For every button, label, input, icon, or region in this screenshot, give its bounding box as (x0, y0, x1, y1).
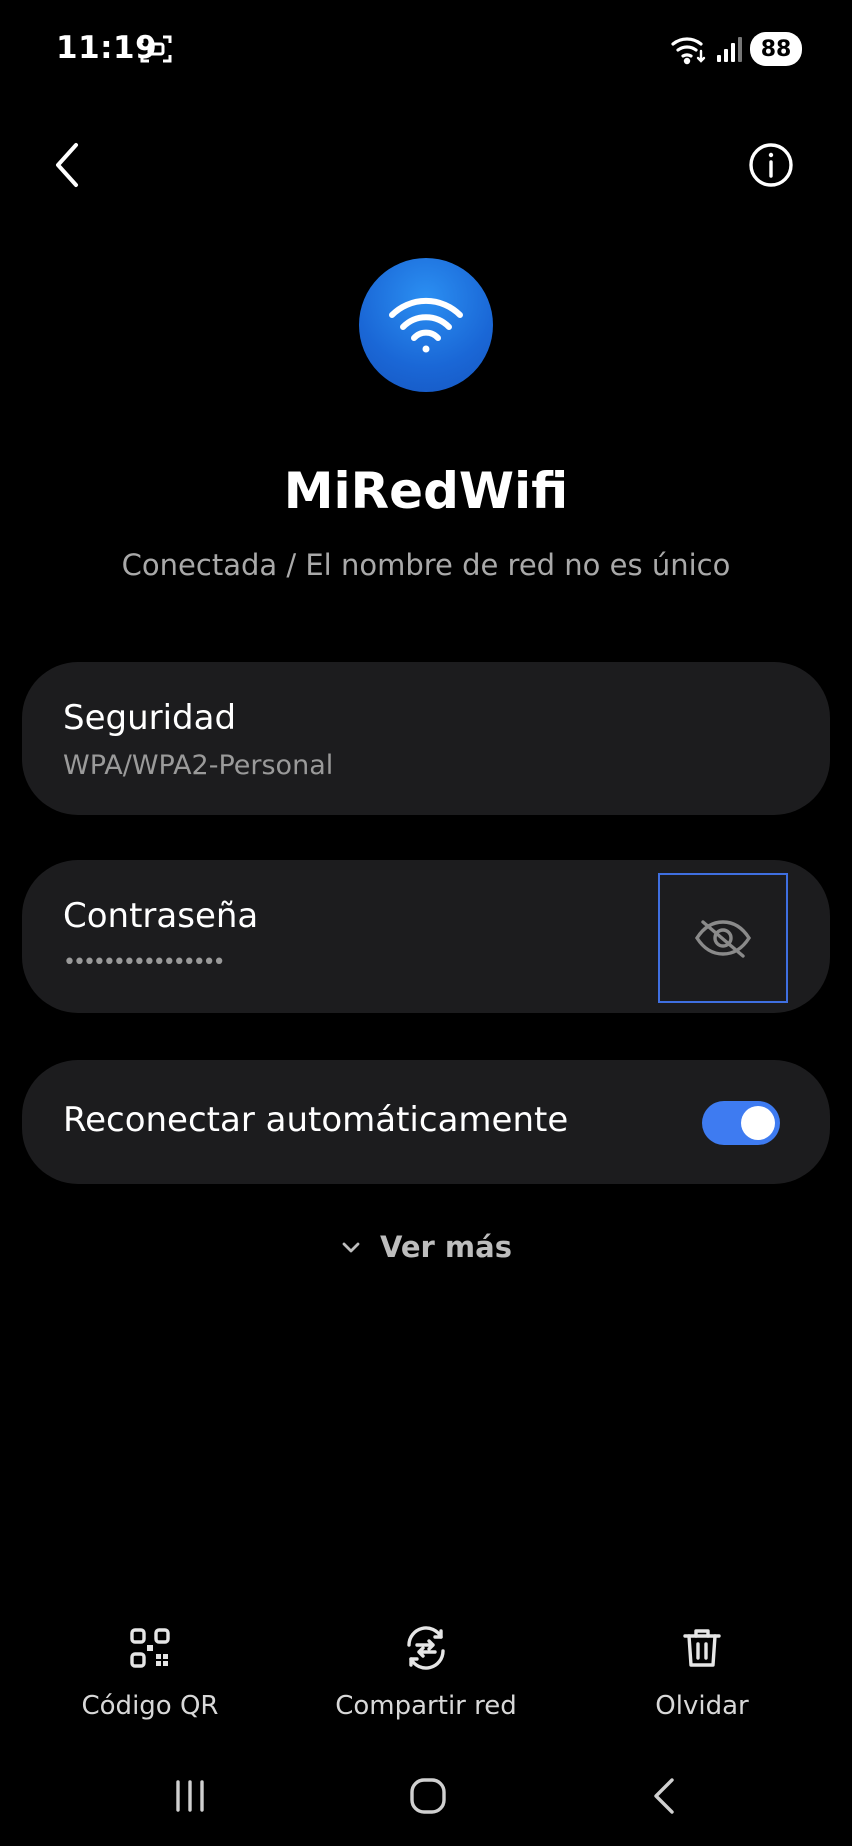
navigation-bar (0, 1760, 852, 1830)
password-value: •••••••••••••••• (63, 950, 226, 975)
status-bar: 11:19 88 (0, 0, 852, 100)
info-button[interactable] (746, 140, 796, 190)
forget-network-label: Olvidar (655, 1691, 749, 1721)
password-card: Contraseña •••••••••••••••• (22, 860, 830, 1013)
recent-apps-icon (176, 1780, 204, 1812)
home-button[interactable] (398, 1768, 458, 1824)
recent-apps-button[interactable] (160, 1768, 220, 1824)
info-icon (749, 143, 793, 187)
wifi-icon (670, 33, 708, 65)
back-arrow-icon (56, 143, 78, 187)
toggle-knob (741, 1106, 775, 1140)
security-title: Seguridad (63, 698, 237, 738)
qr-code-label: Código QR (81, 1691, 219, 1721)
bottom-actions: Código QR Compartir red Olvidar (0, 1625, 852, 1735)
back-button[interactable] (52, 130, 112, 200)
eye-off-icon (694, 920, 752, 958)
signal-icon (716, 35, 742, 63)
forget-network-button[interactable]: Olvidar (592, 1625, 812, 1721)
trash-icon (683, 1629, 721, 1667)
share-network-button[interactable]: Compartir red (316, 1625, 536, 1721)
top-bar (0, 130, 852, 200)
battery-badge: 88 (750, 32, 802, 66)
see-more-button[interactable]: Ver más (0, 1230, 852, 1264)
reconnect-toggle[interactable] (702, 1101, 780, 1145)
show-password-button[interactable] (658, 873, 788, 1003)
reconnect-card[interactable]: Reconectar automáticamente (22, 1060, 830, 1184)
network-name: MiRedWifi (283, 462, 569, 520)
nav-back-button[interactable] (636, 1768, 696, 1824)
chevron-down-icon (342, 1242, 360, 1253)
qr-code-icon (130, 1628, 170, 1668)
reconnect-title: Reconectar automáticamente (63, 1100, 569, 1140)
security-card: Seguridad WPA/WPA2-Personal (22, 662, 830, 815)
screenshot-icon (140, 34, 172, 64)
share-network-icon (407, 1626, 445, 1670)
share-network-label: Compartir red (335, 1691, 517, 1721)
network-wifi-icon (359, 258, 493, 392)
home-icon (410, 1778, 446, 1814)
back-icon (654, 1778, 674, 1814)
see-more-label: Ver más (380, 1230, 512, 1264)
qr-code-button[interactable]: Código QR (40, 1625, 260, 1721)
password-title: Contraseña (63, 896, 259, 936)
security-value: WPA/WPA2-Personal (63, 750, 334, 781)
network-status: Conectada / El nombre de red no es único (121, 548, 731, 582)
